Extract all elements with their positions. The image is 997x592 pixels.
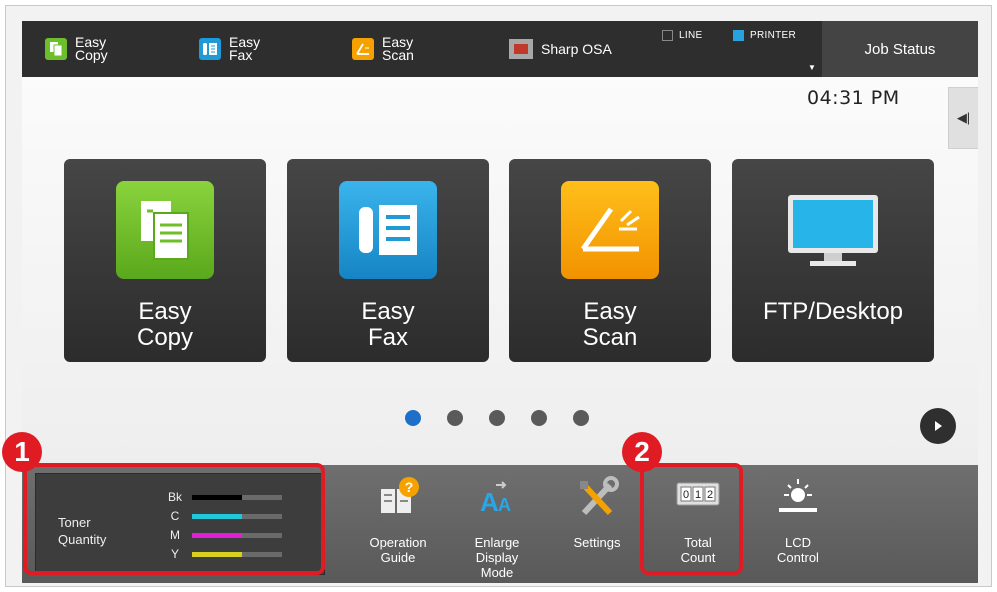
- side-panel-tab[interactable]: ◀|: [948, 87, 978, 149]
- enlarge-display-icon: A A: [474, 475, 520, 526]
- page-dot[interactable]: [531, 410, 547, 426]
- operation-guide-button[interactable]: ? Operation Guide: [355, 465, 441, 583]
- lcd-control-button[interactable]: LCD Control: [755, 465, 841, 583]
- easy-copy-icon: [116, 181, 214, 279]
- tile-easy-copy[interactable]: Easy Copy: [64, 159, 266, 362]
- bottom-item-label: Enlarge Display Mode: [474, 535, 520, 580]
- tile-label: FTP/Desktop: [762, 298, 904, 325]
- easy-copy-icon: [45, 38, 67, 60]
- svg-text:?: ?: [405, 479, 414, 495]
- topbar-label: Easy Copy: [75, 34, 108, 63]
- monitor-icon: [784, 181, 882, 279]
- topbar-label: Easy Fax: [229, 34, 261, 63]
- tile-easy-scan[interactable]: Easy Scan: [509, 159, 711, 362]
- tile-easy-fax[interactable]: Easy Fax: [287, 159, 489, 362]
- bottom-item-label: Operation Guide: [369, 535, 427, 565]
- callout-box-1: [23, 463, 325, 575]
- topbar-easy-scan[interactable]: Easy Scan: [352, 21, 414, 77]
- topbar-easy-copy[interactable]: Easy Copy: [45, 21, 108, 77]
- page-indicator: [405, 410, 615, 426]
- settings-button[interactable]: Settings: [554, 465, 640, 583]
- line-indicator: LINE: [662, 30, 702, 41]
- play-arrow-icon: [935, 421, 942, 431]
- job-status-button[interactable]: Job Status: [822, 21, 978, 77]
- sharp-osa-icon: [509, 39, 533, 59]
- tile-label: Easy Fax: [361, 298, 415, 351]
- easy-fax-icon: [199, 38, 221, 60]
- enlarge-display-mode-button[interactable]: A A Enlarge Display Mode: [454, 465, 540, 583]
- callout-number-2: 2: [622, 432, 662, 472]
- callout-box-2: [640, 463, 743, 575]
- topbar-label: Easy Scan: [382, 34, 414, 63]
- page-dot[interactable]: [447, 410, 463, 426]
- tile-label: Easy Scan: [582, 298, 638, 351]
- clock: 04:31 PM: [807, 87, 900, 109]
- callout-number-1: 1: [2, 432, 42, 472]
- easy-fax-icon: [339, 181, 437, 279]
- indicator-dropdown-icon[interactable]: ▼: [808, 63, 816, 72]
- bottom-item-label: Settings: [573, 535, 621, 550]
- top-bar: Easy Copy Easy Fax Easy Scan Sharp OSA L…: [22, 21, 978, 77]
- topbar-label: Sharp OSA: [541, 40, 612, 57]
- lcd-brightness-icon: [775, 475, 821, 526]
- page-dot[interactable]: [489, 410, 505, 426]
- line-indicator-label: LINE: [679, 30, 703, 41]
- page-dot[interactable]: [405, 410, 421, 426]
- topbar-easy-fax[interactable]: Easy Fax: [199, 21, 260, 77]
- svg-text:A: A: [498, 495, 511, 515]
- page-dot[interactable]: [573, 410, 589, 426]
- easy-scan-icon: [352, 38, 374, 60]
- svg-text:A: A: [480, 487, 499, 517]
- tile-ftp-desktop[interactable]: FTP/Desktop: [732, 159, 934, 362]
- printer-indicator-light: [733, 30, 744, 41]
- settings-icon: [574, 475, 620, 526]
- home-screen: 04:31 PM ◀| Easy Copy Easy Fax Easy Scan…: [22, 77, 978, 465]
- bottom-item-label: LCD Control: [777, 535, 819, 565]
- tile-label: Easy Copy: [136, 298, 194, 351]
- next-page-button[interactable]: [920, 408, 956, 444]
- printer-indicator-label: PRINTER: [750, 30, 796, 41]
- topbar-sharp-osa[interactable]: Sharp OSA: [509, 21, 612, 77]
- operation-guide-icon: ?: [375, 475, 421, 526]
- line-indicator-light: [662, 30, 673, 41]
- printer-indicator: PRINTER: [733, 30, 796, 41]
- side-tab-arrow-icon: ◀|: [956, 110, 971, 125]
- easy-scan-icon: [561, 181, 659, 279]
